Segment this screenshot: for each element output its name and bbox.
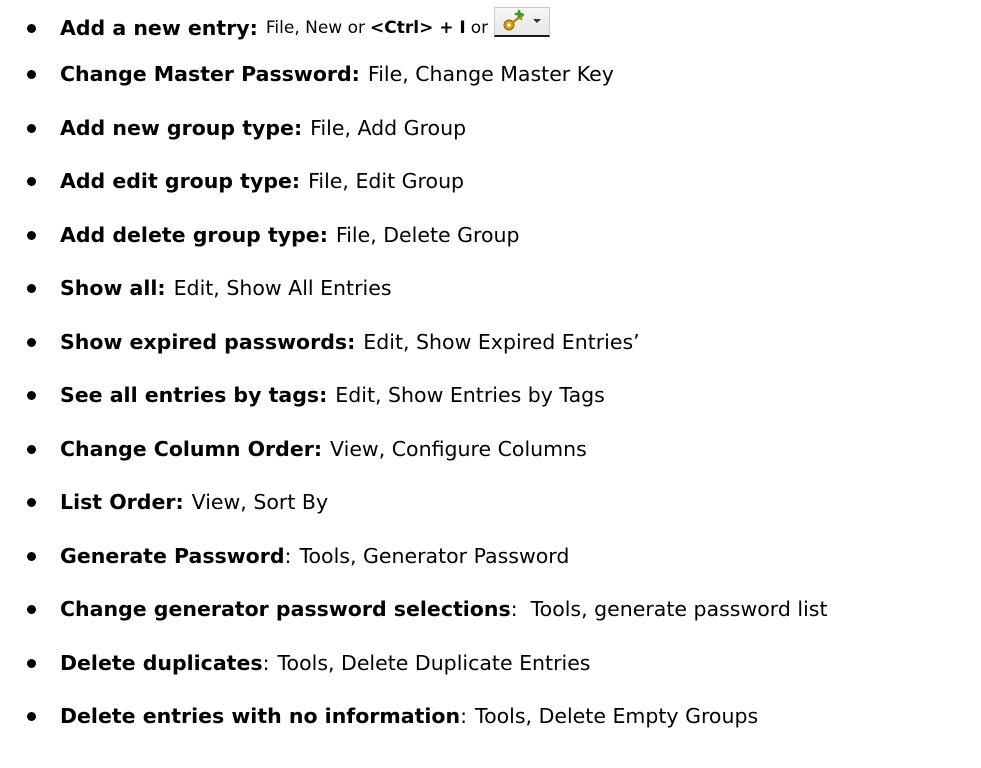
item-term: Generate Password — [60, 544, 285, 568]
item-separator: : — [284, 544, 292, 568]
bullet — [27, 658, 36, 668]
list-item-generate-password: Generate Password : Tools, Generator Pas… — [0, 536, 981, 576]
item-desc: Edit, Show All Entries — [173, 276, 392, 300]
item-text: Show expired passwords: Edit, Show Expir… — [60, 330, 640, 354]
item-desc: File, Change Master Key — [367, 62, 614, 86]
item-text: Change Master Password: File, Change Mas… — [60, 62, 614, 86]
item-term: Change generator password selections — [60, 597, 511, 621]
chevron-down-icon — [533, 19, 542, 23]
item-desc: File, Delete Group — [335, 223, 520, 247]
bullet — [27, 123, 36, 133]
item-term: List Order: — [60, 490, 184, 514]
add-entry-key-icon — [503, 10, 525, 31]
item-desc: Edit, Show Entries by Tags — [335, 383, 605, 407]
bullet — [27, 230, 36, 240]
list-item-delete-group: Add delete group type: File, Delete Grou… — [0, 215, 981, 255]
list-item-list-order: List Order: View, Sort By — [0, 482, 981, 522]
item-desc: Tools, Delete Duplicate Entries — [277, 651, 591, 675]
bullet — [27, 23, 36, 33]
list-item-delete-duplicates: Delete duplicates : Tools, Delete Duplic… — [0, 643, 981, 683]
list-item-show-expired: Show expired passwords: Edit, Show Expir… — [0, 322, 981, 362]
item-desc-prefix: File, New or — [265, 18, 366, 38]
item-separator: : — [510, 597, 518, 621]
item-text: Add delete group type: File, Delete Grou… — [60, 223, 520, 247]
bullet — [27, 604, 36, 614]
item-term: Add delete group type: — [60, 223, 328, 247]
item-term: Show expired passwords: — [60, 330, 356, 354]
item-desc: File, Edit Group — [308, 169, 465, 193]
item-term: Change Master Password: — [60, 62, 360, 86]
item-term: Add a new entry: — [60, 16, 258, 40]
list-item-column-order: Change Column Order: View, Configure Col… — [0, 429, 981, 469]
item-desc: Edit, Show Expired Entries’ — [363, 330, 640, 354]
item-text: Show all: Edit, Show All Entries — [60, 276, 392, 300]
item-text: Delete duplicates : Tools, Delete Duplic… — [60, 651, 591, 675]
list-item-edit-group: Add edit group type: File, Edit Group — [0, 161, 981, 201]
item-text: Generate Password : Tools, Generator Pas… — [60, 544, 569, 568]
bullet — [27, 337, 36, 347]
item-text: Add edit group type: File, Edit Group — [60, 169, 464, 193]
bullet — [27, 69, 36, 79]
item-term: Change Column Order: — [60, 437, 323, 461]
add-entry-toolbar-button[interactable] — [494, 7, 551, 37]
item-term: See all entries by tags: — [60, 383, 328, 407]
item-text: Add new group type: File, Add Group — [60, 116, 466, 140]
list-item-show-all: Show all: Edit, Show All Entries — [0, 268, 981, 308]
list-item-add-new-group: Add new group type: File, Add Group — [0, 108, 981, 148]
item-term: Add edit group type: — [60, 169, 301, 193]
item-desc: View, Sort By — [191, 490, 329, 514]
item-desc: Tools, generate password list — [530, 597, 828, 621]
item-text: List Order: View, Sort By — [60, 490, 328, 514]
bullet — [27, 497, 36, 507]
item-text: See all entries by tags: Edit, Show Entr… — [60, 383, 605, 407]
item-desc: Tools, Generator Password — [299, 544, 570, 568]
list-item-delete-empty: Delete entries with no information : Too… — [0, 696, 981, 736]
list-item-generator-selections: Change generator password selections : T… — [0, 589, 981, 629]
item-desc: View, Configure Columns — [330, 437, 587, 461]
list-item-entries-by-tags: See all entries by tags: Edit, Show Entr… — [0, 375, 981, 415]
item-term: Delete duplicates — [60, 651, 263, 675]
item-separator: : — [262, 651, 270, 675]
list-item-change-master-password: Change Master Password: File, Change Mas… — [0, 54, 981, 94]
item-text: Change generator password selections : T… — [60, 597, 827, 621]
item-text: Change Column Order: View, Configure Col… — [60, 437, 587, 461]
item-term: Delete entries with no information — [60, 704, 461, 728]
item-desc-suffix: or — [470, 18, 489, 38]
item-separator: : — [460, 704, 468, 728]
bullet — [27, 283, 36, 293]
item-desc: Tools, Delete Empty Groups — [475, 704, 759, 728]
item-text: Add a new entry: File, New or <Ctrl> + I… — [60, 7, 551, 43]
bullet — [27, 390, 36, 400]
item-term: Show all: — [60, 276, 166, 300]
bullet — [27, 444, 36, 454]
item-term: Add new group type: — [60, 116, 303, 140]
item-desc: File, Add Group — [310, 116, 467, 140]
bullet — [27, 711, 36, 721]
list-item-add-new-entry: Add a new entry: File, New or <Ctrl> + I… — [0, 7, 981, 48]
item-text: Delete entries with no information : Too… — [60, 704, 758, 728]
keyboard-shortcut: <Ctrl> + I — [370, 18, 466, 38]
bullet — [27, 551, 36, 561]
bullet — [27, 176, 36, 186]
